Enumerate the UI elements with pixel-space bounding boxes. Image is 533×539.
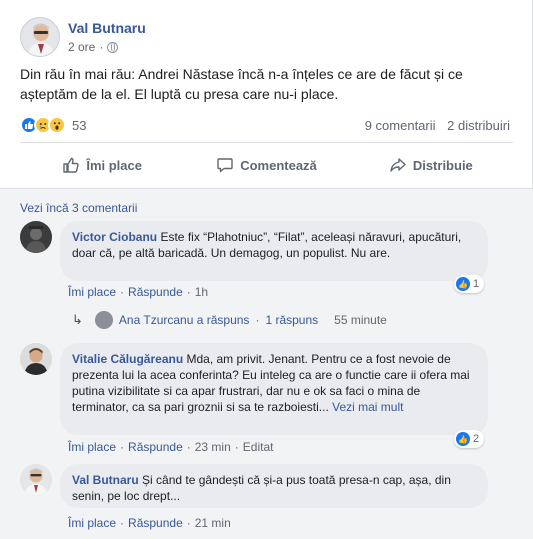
- reactions-summary[interactable]: 53: [20, 114, 86, 136]
- comment-bubble: Vitalie Călugăreanu Mda, am privit. Jena…: [60, 343, 488, 435]
- engagement-counts: 9 comentarii 2 distribuiri: [365, 118, 510, 133]
- post-actions: Îmi place Comentează Distribuie: [20, 146, 513, 184]
- reply-count[interactable]: 1 răspuns: [265, 313, 318, 327]
- comment-time[interactable]: 21 min: [195, 516, 231, 530]
- like-reaction-icon: 👍: [456, 277, 470, 291]
- wow-reaction-icon: [48, 116, 66, 134]
- comment-like-link[interactable]: Îmi place: [68, 285, 116, 299]
- comment-bubble: Val Butnaru Și când te gândești că și-a …: [60, 464, 488, 508]
- reply-summary[interactable]: ↳ Ana Tzurcanu a răspuns · 1 răspuns 55 …: [72, 311, 387, 329]
- like-button[interactable]: Îmi place: [20, 146, 184, 184]
- comment-like-badge[interactable]: 👍 1: [454, 275, 485, 293]
- comment-icon: [217, 158, 233, 173]
- comment-reply-link[interactable]: Răspunde: [128, 285, 183, 299]
- share-button-label: Distribuie: [412, 157, 473, 173]
- comments-section: Vezi încă 3 comentarii Victor Ciobanu Es…: [0, 189, 533, 539]
- reply-arrow-icon: ↳: [72, 312, 83, 327]
- comment-like-link[interactable]: Îmi place: [68, 440, 116, 454]
- comment-bubble: Victor Ciobanu Este fix “Plahotniuc”, “F…: [60, 221, 488, 281]
- divider: [20, 142, 513, 143]
- like-reaction-icon: 👍: [456, 432, 470, 446]
- comment-like-count: 1: [473, 278, 480, 290]
- comment-like-count: 2: [473, 433, 480, 445]
- see-more-link[interactable]: Vezi mai mult: [332, 400, 403, 414]
- comment-edited-label[interactable]: Editat: [243, 440, 274, 454]
- comment-time[interactable]: 23 min: [195, 440, 231, 454]
- reply-time: 55 minute: [334, 313, 387, 327]
- comment-like-badge[interactable]: 👍 2: [454, 430, 485, 448]
- view-more-comments-link[interactable]: Vezi încă 3 comentarii: [20, 201, 137, 215]
- comment-time[interactable]: 1h: [195, 285, 208, 299]
- commenter-name[interactable]: Val Butnaru: [72, 473, 139, 487]
- comment-reply-link[interactable]: Răspunde: [128, 516, 183, 530]
- post-time[interactable]: 2 ore: [68, 40, 95, 54]
- reaction-count: 53: [72, 117, 87, 133]
- thumbs-up-icon: [63, 157, 80, 173]
- share-icon: [390, 158, 406, 172]
- post-author[interactable]: Val Butnaru: [68, 20, 146, 36]
- post-meta: 2 ore ·: [68, 40, 119, 54]
- replier-avatar: [94, 311, 113, 329]
- commenter-avatar[interactable]: [20, 221, 52, 253]
- comment-actions: Îmi place · Răspunde · 23 min · Editat: [68, 440, 274, 454]
- comment-actions: Îmi place · Răspunde · 21 min: [68, 516, 231, 530]
- share-button[interactable]: Distribuie: [349, 146, 513, 184]
- comment-like-link[interactable]: Îmi place: [68, 516, 116, 530]
- comment-button[interactable]: Comentează: [184, 146, 348, 184]
- author-avatar[interactable]: [20, 17, 60, 57]
- comment-actions: Îmi place · Răspunde · 1h: [68, 285, 209, 299]
- post-text: Din rău în mai rău: Andrei Năstase încă …: [20, 66, 463, 102]
- like-button-label: Îmi place: [86, 157, 142, 173]
- comment-button-label: Comentează: [240, 157, 317, 173]
- globe-icon[interactable]: [107, 41, 119, 53]
- replier-text[interactable]: Ana Tzurcanu a răspuns: [119, 313, 250, 327]
- comment-reply-link[interactable]: Răspunde: [128, 440, 183, 454]
- commenter-name[interactable]: Victor Ciobanu: [72, 230, 157, 244]
- commenter-avatar[interactable]: [20, 343, 52, 375]
- post-card: Val Butnaru 2 ore · Din rău în mai rău: …: [0, 0, 533, 539]
- comment-count-link[interactable]: 9 comentarii: [365, 118, 436, 133]
- share-count-link[interactable]: 2 distribuiri: [447, 118, 510, 133]
- commenter-name[interactable]: Vitalie Călugăreanu: [72, 352, 183, 366]
- commenter-avatar[interactable]: [20, 464, 52, 496]
